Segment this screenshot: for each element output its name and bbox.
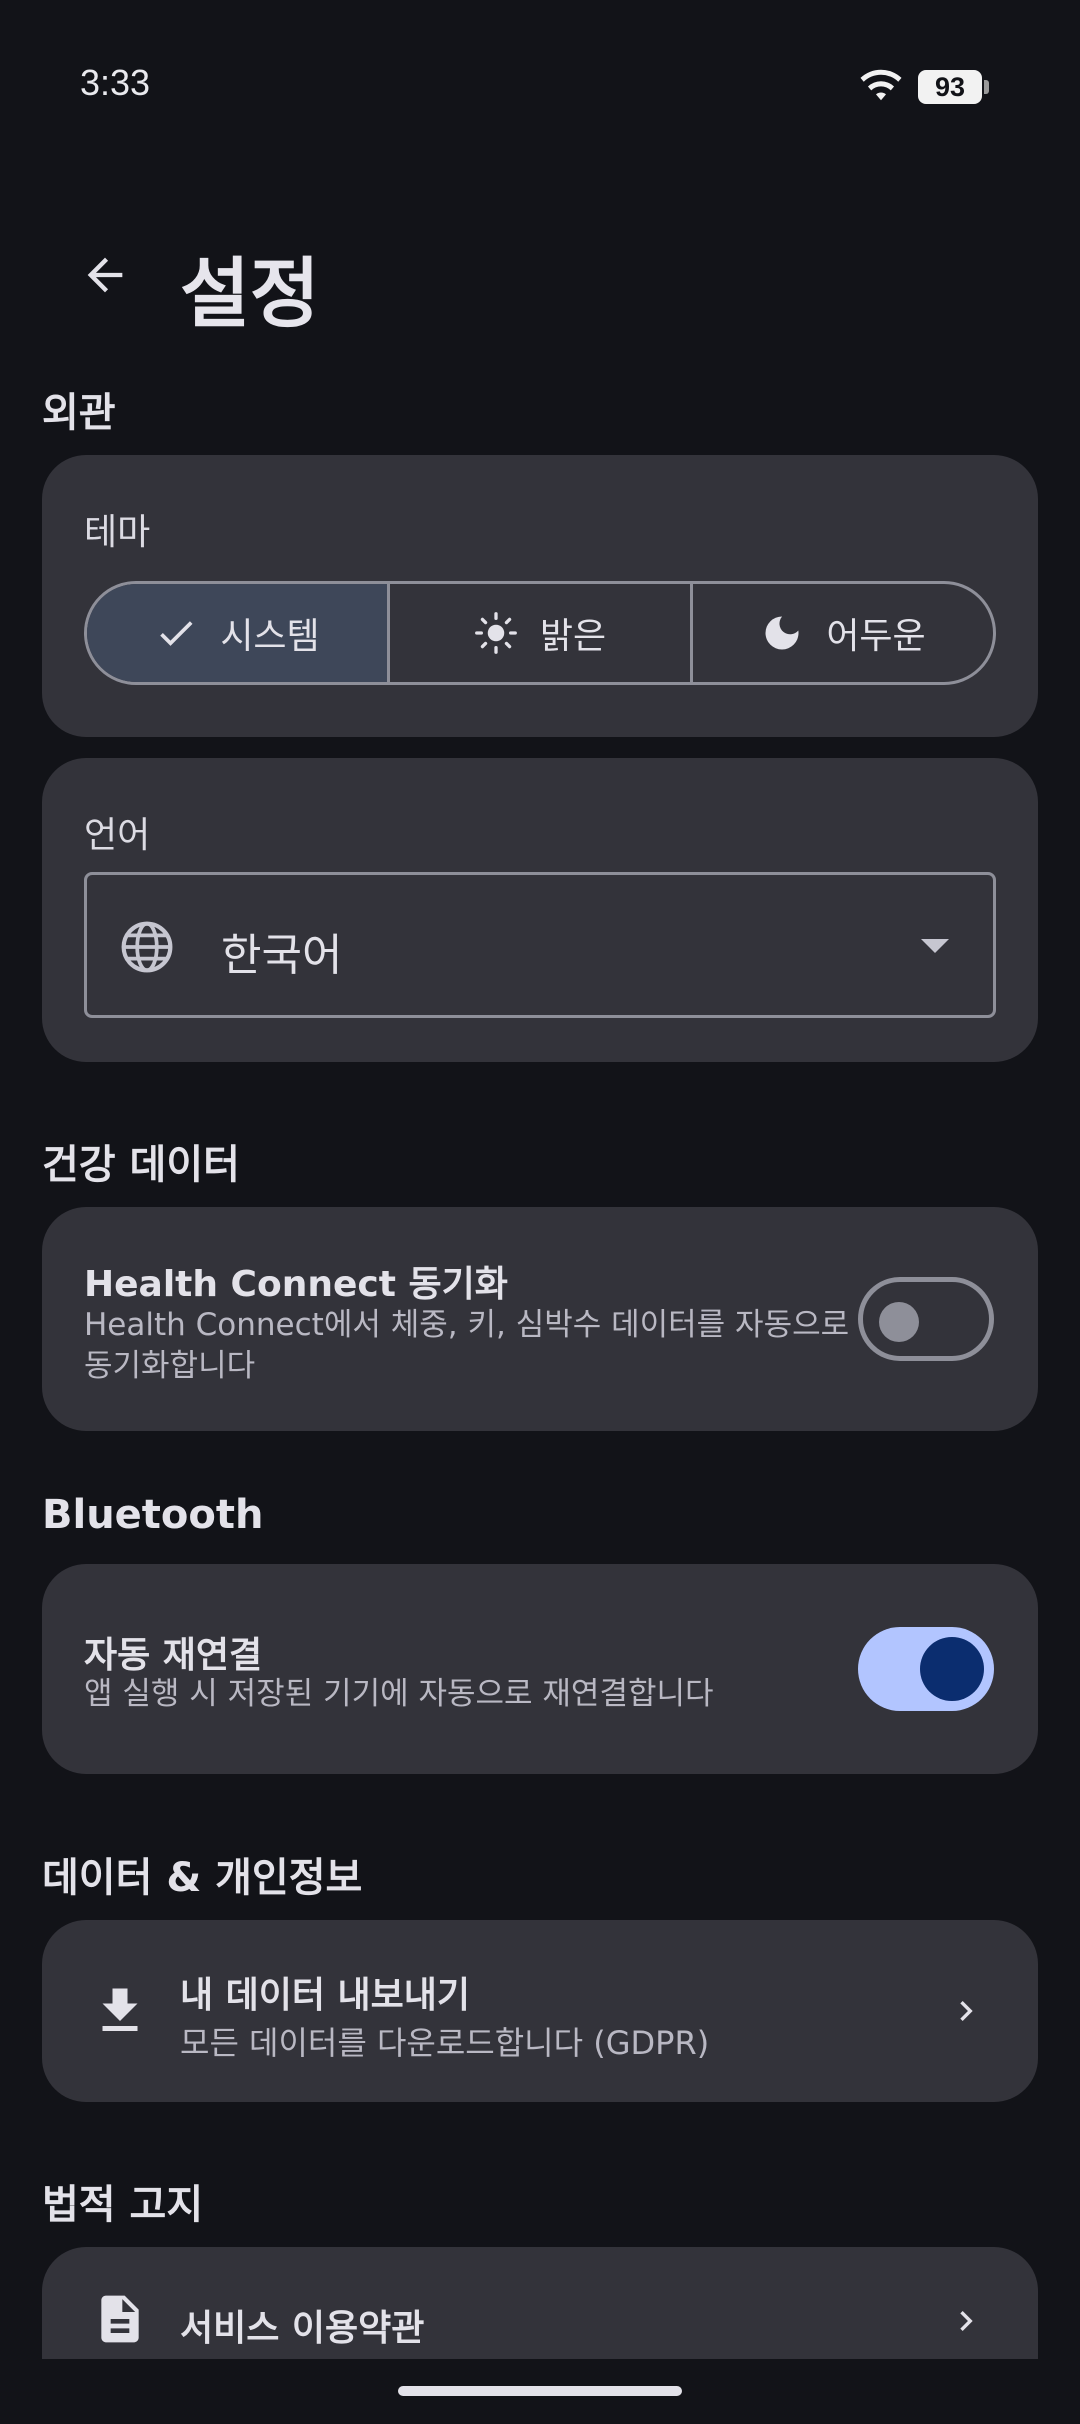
toggle-thumb	[920, 1637, 984, 1701]
battery-indicator: 93	[918, 70, 989, 104]
section-title-legal: 법적 고지	[42, 2182, 204, 2228]
section-title-health: 건강 데이터	[42, 1142, 240, 1188]
moon-icon	[760, 611, 804, 655]
export-data-title: 내 데이터 내보내기	[180, 1975, 471, 2016]
auto-reconnect-card: 자동 재연결 앱 실행 시 저장된 기기에 자동으로 재연결합니다	[42, 1564, 1038, 1774]
back-button[interactable]	[70, 240, 140, 310]
arrow-back-icon	[87, 257, 123, 293]
document-icon	[90, 2289, 150, 2349]
status-bar: 3:33 93	[0, 0, 1080, 130]
auto-reconnect-title: 자동 재연결	[84, 1635, 263, 1676]
theme-option-label: 밝은	[539, 616, 607, 657]
globe-icon	[121, 921, 173, 973]
section-title-appearance: 외관	[42, 390, 116, 436]
theme-option-light[interactable]: 밝은	[390, 584, 693, 682]
battery-tip	[984, 80, 989, 94]
theme-option-label: 시스템	[220, 616, 320, 657]
theme-option-dark[interactable]: 어두운	[693, 584, 993, 682]
health-connect-toggle[interactable]	[858, 1277, 994, 1361]
section-title-privacy: 데이터 & 개인정보	[42, 1855, 363, 1901]
theme-card: 테마 시스템 밝은 어두운	[42, 455, 1038, 737]
health-connect-title: Health Connect 동기화	[84, 1264, 508, 1305]
wifi-icon	[860, 69, 902, 101]
health-connect-desc-line2: 동기화합니다	[84, 1348, 256, 1384]
chevron-right-icon	[960, 2001, 973, 2021]
auto-reconnect-toggle[interactable]	[858, 1627, 994, 1711]
toggle-thumb	[879, 1302, 919, 1342]
theme-label: 테마	[84, 512, 151, 553]
sun-icon	[474, 611, 518, 655]
theme-option-label: 어두운	[826, 616, 926, 657]
terms-card[interactable]: 서비스 이용약관	[42, 2247, 1038, 2359]
language-label: 언어	[84, 815, 151, 856]
auto-reconnect-desc: 앱 실행 시 저장된 기기에 자동으로 재연결합니다	[84, 1676, 714, 1712]
chevron-right-icon	[960, 2311, 973, 2331]
health-connect-desc-line1: Health Connect에서 체중, 키, 심박수 데이터를 자동으로	[84, 1307, 850, 1343]
health-connect-card: Health Connect 동기화 Health Connect에서 체중, …	[42, 1207, 1038, 1431]
language-dropdown[interactable]: 한국어	[84, 872, 996, 1018]
settings-screen: 3:33 93 설정 외관 테마 시스템 밝은 어두운 언어 한국어 건강 데이…	[0, 0, 1080, 2424]
section-title-bluetooth: Bluetooth	[42, 1492, 264, 1538]
terms-title: 서비스 이용약관	[180, 2308, 425, 2349]
language-value: 한국어	[221, 930, 343, 981]
home-indicator[interactable]	[398, 2386, 682, 2396]
page-title: 설정	[180, 249, 320, 338]
export-data-card[interactable]: 내 데이터 내보내기 모든 데이터를 다운로드합니다 (GDPR)	[42, 1920, 1038, 2102]
theme-option-system[interactable]: 시스템	[87, 584, 390, 682]
battery-level: 93	[934, 72, 966, 102]
theme-selector: 시스템 밝은 어두운	[84, 581, 996, 685]
dropdown-arrow-icon	[921, 939, 949, 953]
export-data-desc: 모든 데이터를 다운로드합니다 (GDPR)	[180, 2024, 710, 2062]
download-icon	[90, 1981, 150, 2041]
status-time: 3:33	[80, 62, 151, 103]
check-icon	[154, 611, 198, 655]
language-card: 언어 한국어	[42, 758, 1038, 1062]
